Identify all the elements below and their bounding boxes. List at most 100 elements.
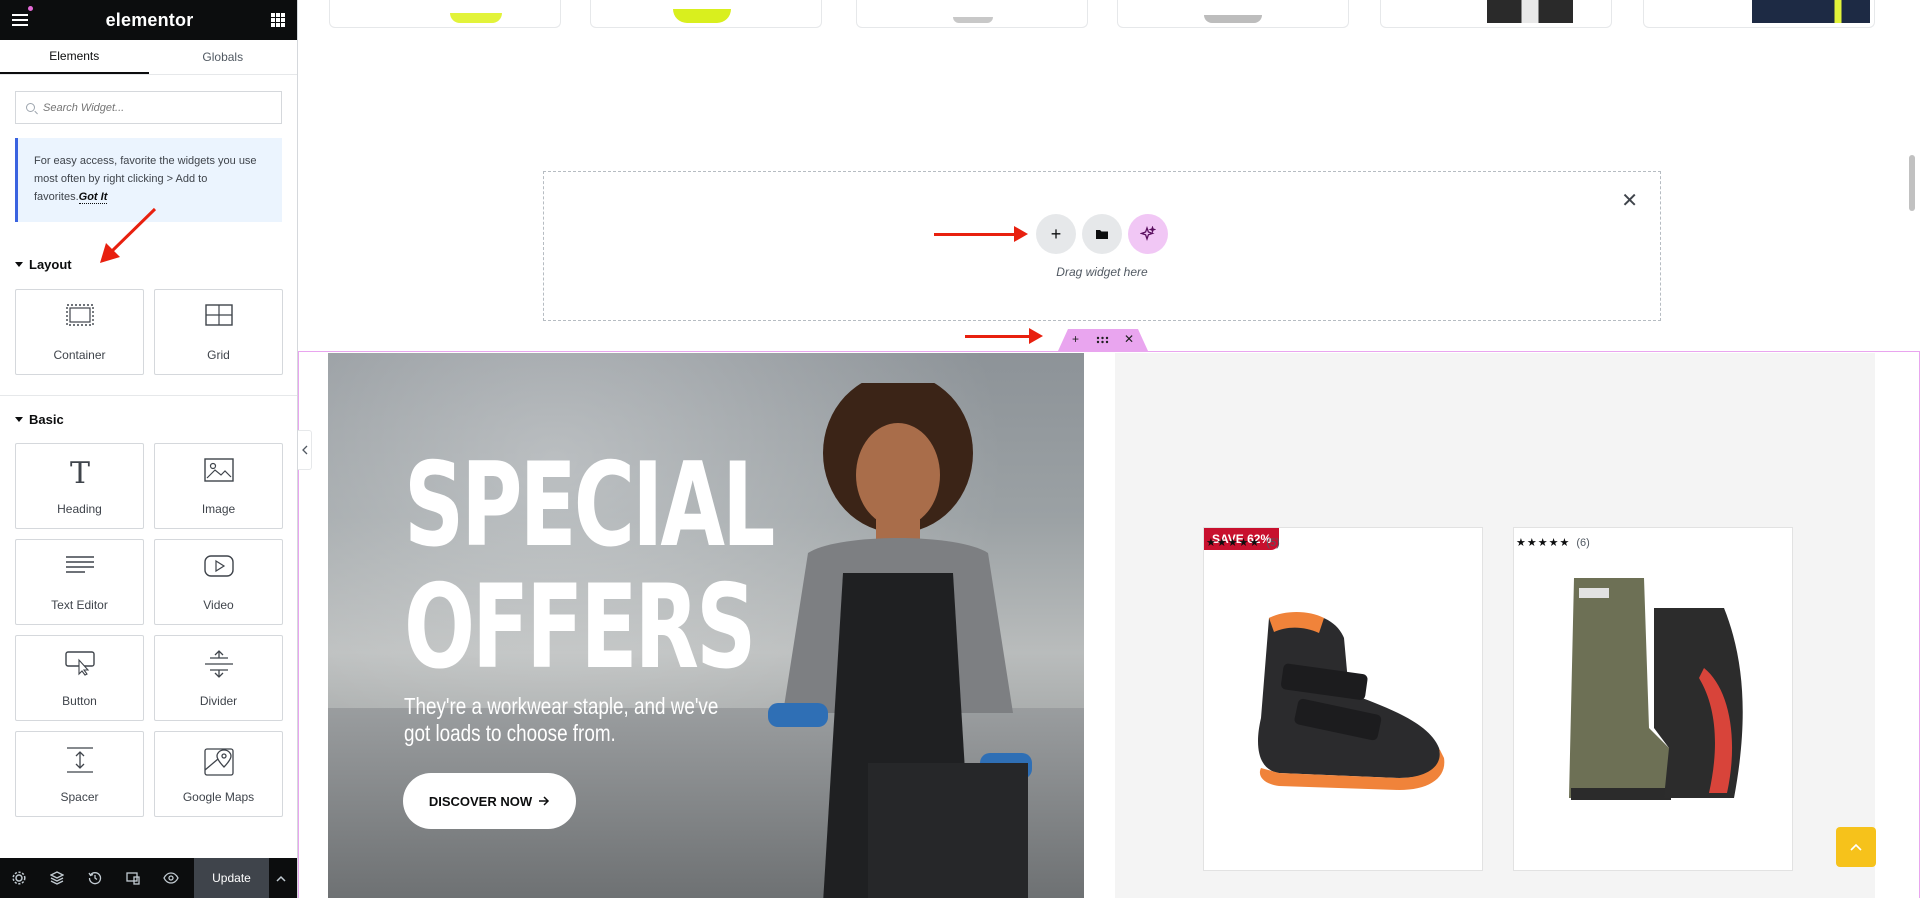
layout-widgets: Container Grid [0,289,297,375]
basic-widgets: T Heading Image Text Editor Video Button… [0,443,297,817]
video-icon [203,555,234,577]
product-card-top[interactable] [1117,0,1349,28]
discover-now-button[interactable]: DISCOVER NOW [403,773,576,829]
notification-dot [28,6,33,11]
history-icon[interactable] [76,858,114,898]
search-box[interactable] [15,91,282,124]
update-button[interactable]: Update [194,858,269,898]
drag-widget-label: Drag widget here [1056,265,1148,279]
image-icon [203,458,234,482]
rating-count: (5) [1266,537,1280,549]
annotation-arrow-add [934,226,1028,242]
search-wrapper [0,75,297,138]
layers-icon[interactable] [38,858,76,898]
annotation-arrow-section [965,328,1043,344]
menu-icon[interactable] [12,14,28,26]
collapse-panel-handle[interactable] [298,430,312,470]
apps-grid-icon[interactable] [270,13,285,27]
sparkles-icon [1140,226,1156,242]
safety-shoe-image [1258,612,1445,790]
add-section-icon[interactable]: + [1072,332,1079,346]
arrow-right-icon [539,796,550,806]
product-card-top[interactable] [329,0,561,28]
product-thumbnail [450,13,502,23]
editor-canvas: ✕ + Drag widget here + ✕ SPECIAL OFFERS … [298,0,1920,898]
tip-text: For easy access, favorite the widgets yo… [34,155,257,203]
settings-icon[interactable] [0,858,38,898]
section-handle[interactable]: + ✕ [1058,329,1148,351]
panel-header: elementor [0,0,297,40]
dropzone-actions: + [1036,214,1168,254]
basic-category-toggle[interactable]: Basic [0,412,79,427]
product-rating: ★★★★★ (5) [1206,537,1280,549]
elementor-logo: elementor [105,9,194,30]
widget-image[interactable]: Image [154,443,283,529]
widget-spacer[interactable]: Spacer [15,731,144,817]
banner-title-line2: OFFERS [404,560,756,695]
product-card-top[interactable] [1643,0,1875,28]
widget-heading[interactable]: T Heading [15,443,144,529]
empty-container-dropzone[interactable]: ✕ + Drag widget here [543,171,1661,321]
product-card-top[interactable] [590,0,822,28]
banner-title: SPECIAL OFFERS [404,445,775,689]
product-card-top[interactable] [1380,0,1612,28]
cta-label: DISCOVER NOW [428,793,533,809]
add-template-button[interactable] [1082,214,1122,254]
canvas-scrollbar[interactable] [1909,155,1915,211]
banner-subtitle: They're a workwear staple, and we've got… [404,693,719,746]
widget-label: Spacer [60,790,99,804]
widget-label: Google Maps [182,790,255,804]
search-input[interactable] [43,101,263,114]
ai-generate-button[interactable] [1128,214,1168,254]
folder-icon [1096,230,1108,239]
widget-label: Container [53,348,106,362]
preview-icon[interactable] [152,858,190,898]
widget-button[interactable]: Button [15,635,144,721]
widget-divider[interactable]: Divider [154,635,283,721]
plus-icon: + [1050,223,1062,244]
widget-google-maps[interactable]: Google Maps [154,731,283,817]
chevron-up-icon[interactable] [269,858,293,898]
layout-category-toggle[interactable]: Layout [0,257,87,272]
special-offers-banner[interactable]: SPECIAL OFFERS They're a workwear staple,… [328,353,1084,898]
panel-footer: Update [0,858,297,898]
scroll-to-top-button[interactable] [1836,827,1876,867]
button-icon [64,651,95,676]
caret-down-icon [15,262,23,267]
got-it-link[interactable]: Got It [78,191,108,204]
delete-section-icon[interactable]: ✕ [1124,332,1134,346]
responsive-icon[interactable] [114,858,152,898]
container-icon [65,304,94,326]
map-icon [203,748,234,776]
annotation-arrow-layout [100,207,157,263]
product-card[interactable]: SAVE 62% [1203,527,1483,871]
tab-globals[interactable]: Globals [149,40,298,74]
product-card[interactable] [1513,527,1793,871]
grid-icon [204,304,233,326]
widget-label: Image [201,502,236,516]
add-element-button[interactable]: + [1036,214,1076,254]
widget-container[interactable]: Container [15,289,144,375]
product-thumbnail [1487,0,1573,23]
svg-text:T: T [69,458,89,488]
banner-title-line1: SPECIAL [404,438,775,573]
widget-text-editor[interactable]: Text Editor [15,539,144,625]
layout-category-title: Layout [29,257,72,272]
widget-label: Button [62,694,97,708]
close-icon[interactable]: ✕ [1621,188,1638,213]
divider-icon [204,650,233,678]
widget-label: Divider [199,694,238,708]
tab-elements[interactable]: Elements [0,40,149,74]
products-panel: SAVE 62% [1115,353,1875,898]
product-card-top[interactable] [856,0,1088,28]
product-thumbnail [953,17,993,23]
widget-label: Video [203,598,234,612]
editor-panel: elementor Elements Globals For easy acce… [0,0,298,898]
product-thumbnail [1204,15,1262,23]
chevron-up-icon [1850,843,1862,851]
section-divider [0,395,297,396]
widget-video[interactable]: Video [154,539,283,625]
drag-handle-icon[interactable] [1096,336,1109,344]
widget-grid[interactable]: Grid [154,289,283,375]
widget-label: Text Editor [51,598,108,612]
